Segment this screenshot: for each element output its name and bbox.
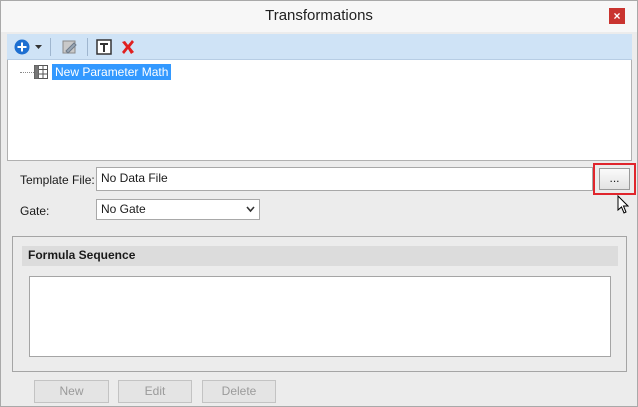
mouse-cursor-icon xyxy=(617,194,630,218)
template-file-field[interactable]: No Data File xyxy=(96,167,593,191)
text-box-icon xyxy=(96,39,112,55)
formula-sequence-list[interactable] xyxy=(29,276,611,357)
transformation-tree[interactable]: New Parameter Math xyxy=(7,60,632,161)
toolbar xyxy=(7,34,632,60)
browse-button[interactable]: ... xyxy=(599,168,630,190)
formula-sequence-group: Formula Sequence xyxy=(12,236,627,372)
edit-transform-icon xyxy=(62,40,77,54)
add-dropdown-button[interactable] xyxy=(33,37,43,57)
edit-button[interactable]: Edit xyxy=(118,380,192,403)
edit-transform-button[interactable] xyxy=(60,37,80,57)
delete-formula-button[interactable]: Delete xyxy=(202,380,276,403)
red-x-icon xyxy=(122,40,134,54)
title-bar: Transformations × xyxy=(1,1,637,32)
window-title: Transformations xyxy=(265,7,373,24)
toolbar-separator xyxy=(50,38,51,56)
chevron-down-icon xyxy=(34,44,42,49)
plus-circle-icon xyxy=(14,39,30,55)
chevron-down-icon xyxy=(246,202,255,219)
gate-select-value: No Gate xyxy=(101,202,146,216)
gate-select[interactable]: No Gate xyxy=(96,199,260,220)
close-button[interactable]: × xyxy=(609,8,625,24)
gate-label: Gate: xyxy=(20,204,50,218)
toolbar-separator xyxy=(87,38,88,56)
tree-item-new-parameter-math[interactable]: New Parameter Math xyxy=(52,64,172,80)
new-button[interactable]: New xyxy=(34,380,109,403)
template-file-label: Template File: xyxy=(20,173,95,187)
rename-button[interactable] xyxy=(95,37,113,57)
transformations-window: Transformations × New Parameter Math Tem… xyxy=(0,0,638,407)
delete-button[interactable] xyxy=(119,37,137,57)
formula-sequence-header: Formula Sequence xyxy=(22,246,618,266)
tree-connector xyxy=(20,72,34,73)
grid-table-icon xyxy=(34,65,48,82)
add-button[interactable] xyxy=(13,37,31,57)
